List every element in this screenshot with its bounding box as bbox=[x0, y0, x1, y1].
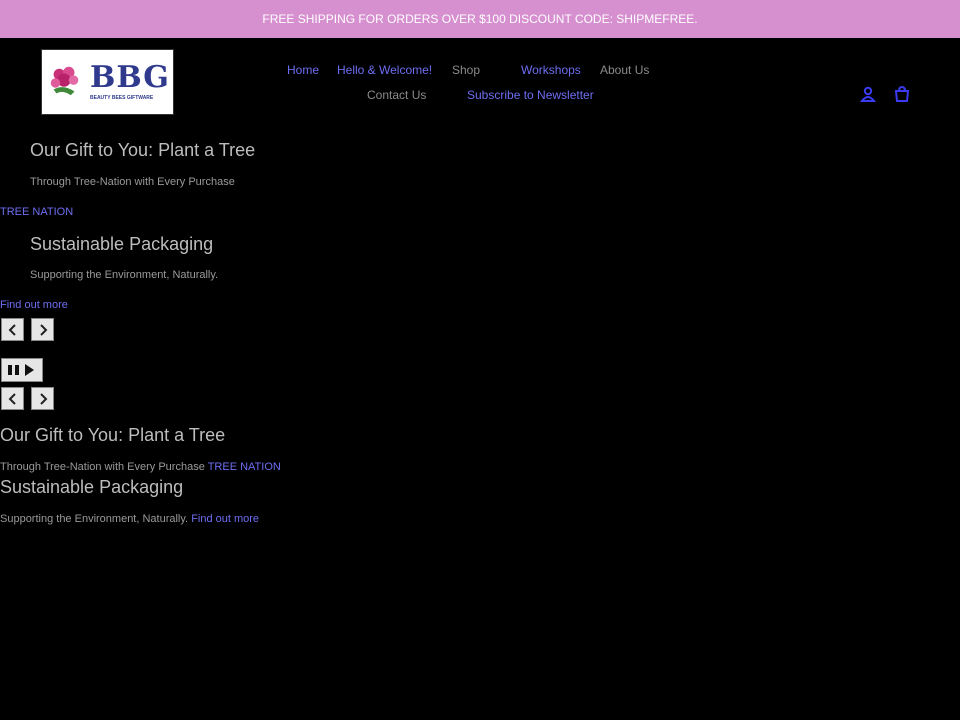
mobile-slide-1-title: Our Gift to You: Plant a Tree bbox=[0, 425, 226, 445]
mobile-slide-2-title: Sustainable Packaging bbox=[0, 477, 184, 497]
announcement-bar: FREE SHIPPING FOR ORDERS OVER $100 DISCO… bbox=[0, 0, 960, 38]
mobile-prev-button[interactable] bbox=[1, 387, 24, 410]
chevron-right-icon bbox=[39, 323, 47, 336]
slideshow-pause-button[interactable] bbox=[1, 358, 43, 382]
slide-prev-button[interactable] bbox=[1, 318, 24, 341]
mobile-slide-1-subtitle: Through Tree-Nation with Every Purchase bbox=[0, 461, 205, 473]
nav-about-us[interactable]: About Us bbox=[600, 63, 649, 77]
person-icon[interactable] bbox=[859, 85, 877, 103]
nav-home[interactable]: Home bbox=[287, 63, 319, 77]
slide-2-subtitle: Supporting the Environment, Naturally. bbox=[30, 269, 219, 281]
bag-icon[interactable] bbox=[893, 85, 911, 103]
logo[interactable]: BBG BEAUTY BEES GIFTWARE bbox=[41, 49, 174, 115]
mobile-slide-2-row: Supporting the Environment, Naturally. F… bbox=[0, 513, 259, 525]
mobile-next-button[interactable] bbox=[31, 387, 54, 410]
slide-1-subtitle: Through Tree-Nation with Every Purchase bbox=[30, 176, 235, 188]
nav-contact-us[interactable]: Contact Us bbox=[367, 88, 426, 102]
nav-workshops[interactable]: Workshops bbox=[521, 63, 581, 77]
slide-2-title: Sustainable Packaging bbox=[30, 234, 214, 254]
announcement-text: FREE SHIPPING FOR ORDERS OVER $100 DISCO… bbox=[262, 12, 698, 26]
slide-2-link[interactable]: Find out more bbox=[0, 299, 68, 311]
mobile-slide-1-link[interactable]: TREE NATION bbox=[208, 461, 281, 473]
chevron-left-icon bbox=[8, 323, 16, 336]
chevron-left-icon bbox=[8, 392, 16, 405]
nav-hello-welcome[interactable]: Hello & Welcome! bbox=[337, 63, 432, 77]
chevron-right-icon bbox=[39, 392, 47, 405]
mobile-slide-2-subtitle: Supporting the Environment, Naturally. bbox=[0, 513, 189, 525]
mobile-slide-1-row: Through Tree-Nation with Every Purchase … bbox=[0, 461, 281, 473]
nav-shop[interactable]: Shop bbox=[452, 63, 480, 77]
logo-tagline: BEAUTY BEES GIFTWARE bbox=[90, 95, 154, 101]
nav-subscribe-newsletter[interactable]: Subscribe to Newsletter bbox=[467, 88, 594, 102]
mobile-slide-2-link[interactable]: Find out more bbox=[191, 513, 259, 525]
slide-1-link[interactable]: TREE NATION bbox=[0, 206, 73, 218]
logo-text: BBG bbox=[90, 60, 170, 95]
flower-logo-icon bbox=[50, 66, 79, 96]
pause-play-icon bbox=[8, 364, 34, 376]
slide-next-button[interactable] bbox=[31, 318, 54, 341]
slide-1-title: Our Gift to You: Plant a Tree bbox=[30, 140, 256, 160]
